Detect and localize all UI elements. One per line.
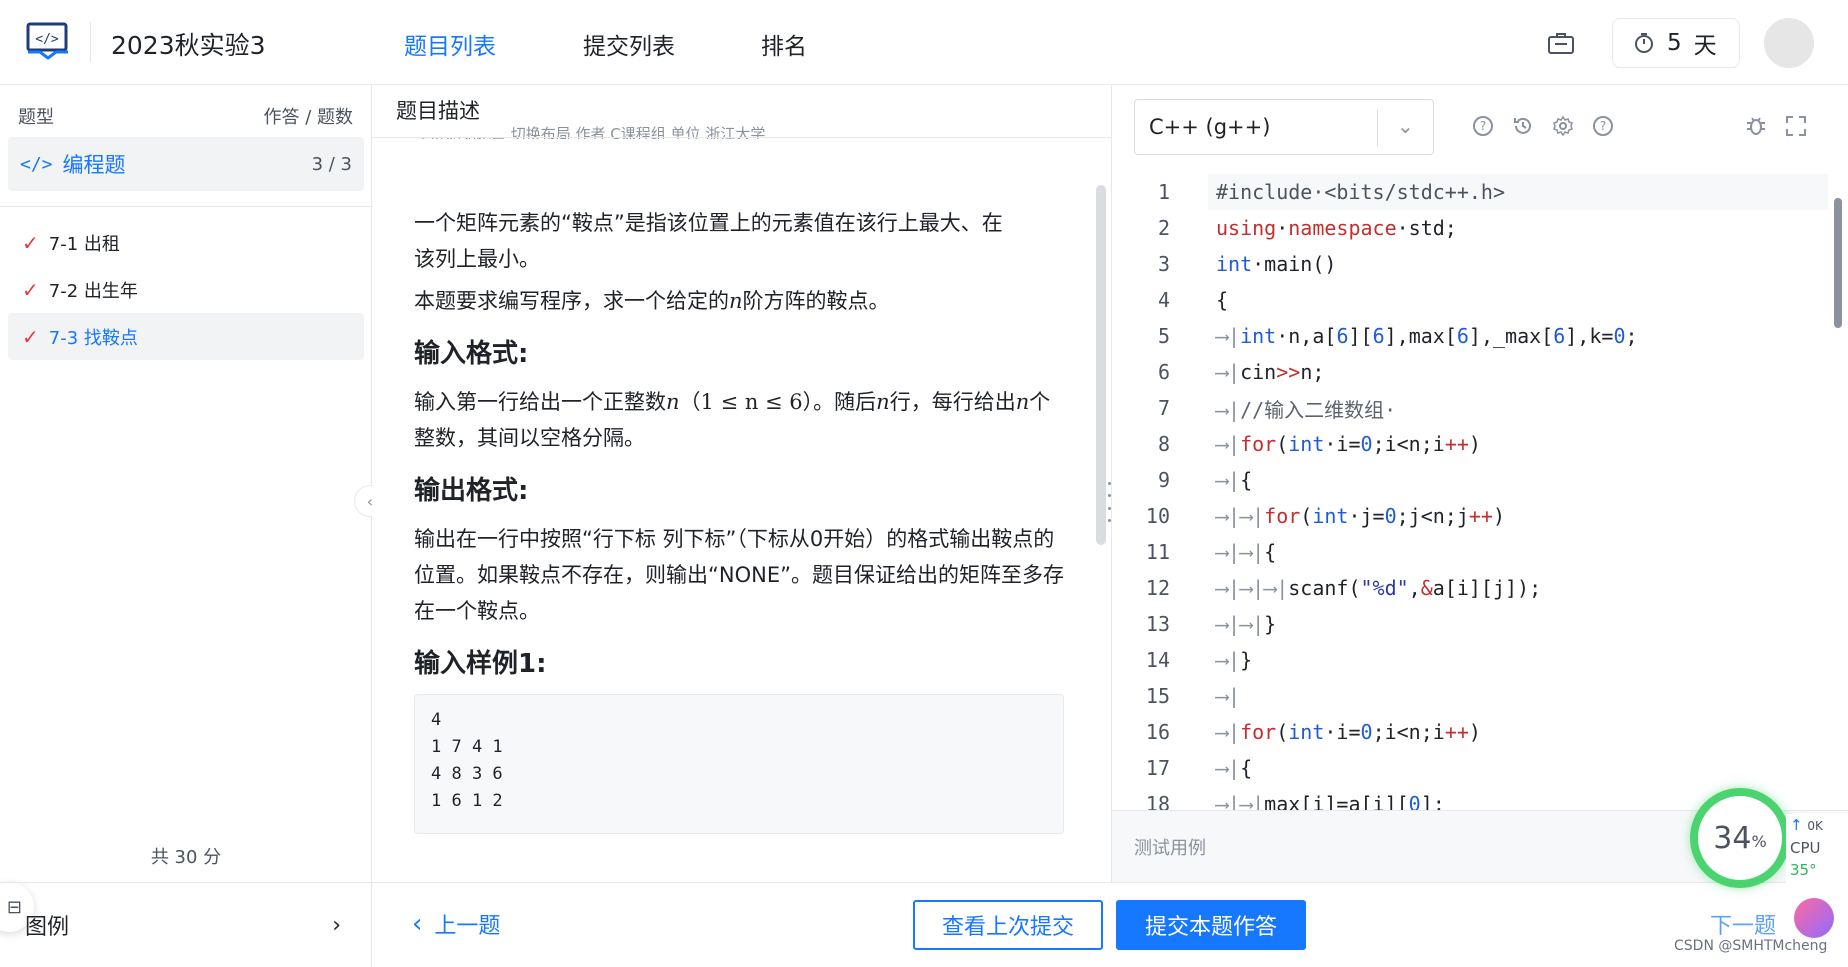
math-var: n	[876, 390, 890, 414]
help-icon[interactable]: ?	[1469, 112, 1497, 140]
category-count: 3 / 3	[311, 153, 352, 175]
check-icon: ✓	[22, 324, 39, 349]
tab-submission-list[interactable]: 提交列表	[583, 27, 675, 61]
input-format-text: 输入第一行给出一个正整数n（1 ≤ n ≤ 6）。随后n行，每行给出n个整数，其…	[414, 384, 1064, 456]
code-icon: </>	[20, 153, 53, 175]
percent-unit: %	[1751, 831, 1767, 851]
category-label: 编程题	[62, 153, 126, 177]
problem-panel: 上屏浏览题目 切换布局 作者 C课程组 单位 浙江大学 题目描述 一个矩阵元素的…	[372, 85, 1111, 882]
math-var: n	[1015, 390, 1030, 414]
language-value: C++ (g++)	[1149, 115, 1271, 139]
col-type-label: 题型	[18, 107, 54, 128]
next-problem-button[interactable]: 下一题	[1710, 908, 1776, 940]
language-select[interactable]: C++ (g++) ⌄	[1134, 99, 1434, 155]
usage-percent: 34	[1713, 820, 1752, 856]
scroll-thumb[interactable]	[1834, 198, 1842, 328]
top-bar: </> 2023秋实验3 题目列表 提交列表 排名 5 天	[0, 0, 1848, 85]
code-editor[interactable]: 1 #include·<bits/stdc++.h> 2 using·namespa…	[1112, 174, 1848, 810]
problem-item-7-3[interactable]: ✓ 7-3 找鞍点	[8, 313, 364, 360]
check-icon: ✓	[22, 277, 39, 302]
bug-icon[interactable]	[1742, 112, 1770, 140]
input-format-heading: 输入格式:	[414, 339, 529, 369]
problem-label: 7-2 出生年	[48, 280, 138, 302]
tab-ranking[interactable]: 排名	[761, 27, 807, 61]
header-divider	[90, 22, 91, 62]
math-range: （1 ≤ n ≤ 6）	[679, 390, 814, 414]
chevron-left-icon: ‹	[412, 909, 423, 939]
history-icon[interactable]	[1509, 112, 1537, 140]
stopwatch-icon	[1635, 33, 1653, 53]
problem-item-7-2[interactable]: ✓ 7-2 出生年	[8, 266, 364, 313]
tab-problem-description[interactable]: 题目描述	[372, 85, 504, 137]
net-speed: 0K	[1807, 819, 1823, 833]
output-format-heading: 输出格式:	[414, 476, 529, 506]
prev-label: 上一题	[434, 914, 501, 939]
total-score: 共 30 分	[150, 847, 222, 868]
col-count-label: 作答 / 题数	[263, 107, 353, 128]
submit-answer-button[interactable]: 提交本题作答	[1116, 900, 1306, 950]
fullscreen-icon[interactable]	[1782, 112, 1810, 140]
app-logo-icon[interactable]: </>	[26, 22, 70, 60]
view-last-submission-button[interactable]: 查看上次提交	[913, 900, 1103, 950]
legend-button[interactable]: 图例 ›	[0, 882, 372, 967]
chevron-right-icon: ›	[332, 912, 341, 938]
watermark: CSDN @SMHTMcheng	[1674, 938, 1828, 954]
timer-value: 5	[1667, 30, 1682, 56]
math-var: n	[729, 289, 743, 313]
legend-label: 图例	[25, 915, 70, 940]
text: 阶方阵的鞍点。	[742, 289, 890, 313]
assistant-brain-icon[interactable]	[1794, 898, 1834, 938]
text: 。随后	[813, 390, 877, 414]
test-case-label: 测试用例	[1134, 837, 1206, 859]
text: 行，每行给出	[889, 390, 1016, 414]
category-programming[interactable]: </> 编程题 3 / 3	[8, 137, 364, 191]
problem-paragraph-2: 本题要求编写程序，求一个给定的n阶方阵的鞍点。	[414, 283, 1064, 319]
sidebar-header: 题型 作答 / 题数	[18, 103, 353, 129]
tab-problem-list[interactable]: 题目列表	[404, 27, 496, 61]
gear-icon[interactable]	[1549, 112, 1577, 140]
text: 输入第一行给出一个正整数	[414, 390, 666, 414]
sample-input-heading: 输入样例1:	[414, 649, 547, 679]
timer-unit: 天	[1693, 33, 1717, 59]
text: 本题要求编写程序，求一个给定的	[414, 289, 729, 313]
svg-text:</>: </>	[35, 32, 59, 47]
tab-underline	[372, 137, 1111, 138]
editor-panel: C++ (g++) ⌄ ? ? 1 #include·<bits/stdc++.h…	[1111, 85, 1848, 882]
cpu-value: 35°	[1790, 861, 1817, 879]
footer-bar: ‹ 上一题 查看上次提交 提交本题作答 下一题	[372, 882, 1848, 967]
sidebar-divider	[0, 206, 372, 207]
chevron-down-icon: ⌄	[1397, 114, 1414, 138]
problem-item-7-1[interactable]: ✓ 7-1 出租	[8, 219, 364, 266]
editor-scrollbar[interactable]	[1832, 174, 1844, 794]
problem-content: 一个矩阵元素的“鞍点”是指该位置上的元素值在该行上最大、在该列上最小。 本题要求…	[414, 205, 1064, 834]
problem-label: 7-3 找鞍点	[48, 327, 138, 349]
check-icon: ✓	[22, 230, 39, 255]
select-divider	[1377, 110, 1378, 146]
cpu-label: CPU	[1790, 839, 1821, 857]
exam-title: 2023秋实验3	[111, 31, 266, 60]
problem-label: 7-1 出租	[48, 233, 120, 255]
problem-sidebar: 题型 作答 / 题数 </> 编程题 3 / 3 ✓ 7-1 出租 ✓ 7-2 出…	[0, 85, 372, 932]
briefcase-icon[interactable]	[1542, 24, 1580, 62]
prev-problem-button[interactable]: ‹ 上一题	[412, 908, 500, 940]
svg-text:?: ?	[1600, 119, 1606, 133]
question-icon[interactable]: ?	[1589, 112, 1617, 140]
avatar[interactable]	[1764, 18, 1814, 68]
output-format-text: 输出在一行中按照“行下标 列下标”（下标从0开始）的格式输出鞍点的位置。如果鞍点…	[414, 527, 1064, 623]
upload-arrow-icon: ↑	[1790, 816, 1803, 834]
math-var: n	[666, 390, 680, 414]
cpu-readout: ↑ 0K CPU 35°	[1786, 814, 1848, 886]
content-scrollbar[interactable]	[1096, 185, 1106, 545]
svg-text:?: ?	[1480, 119, 1486, 133]
system-monitor-widget[interactable]: 34%	[1690, 788, 1790, 888]
sample-input-block: 4 1 7 4 1 4 8 3 6 1 6 1 2	[414, 694, 1064, 834]
countdown-timer: 5 天	[1612, 18, 1740, 68]
problem-paragraph: 一个矩阵元素的“鞍点”是指该位置上的元素值在该行上最大、在该列上最小。	[414, 211, 1003, 271]
